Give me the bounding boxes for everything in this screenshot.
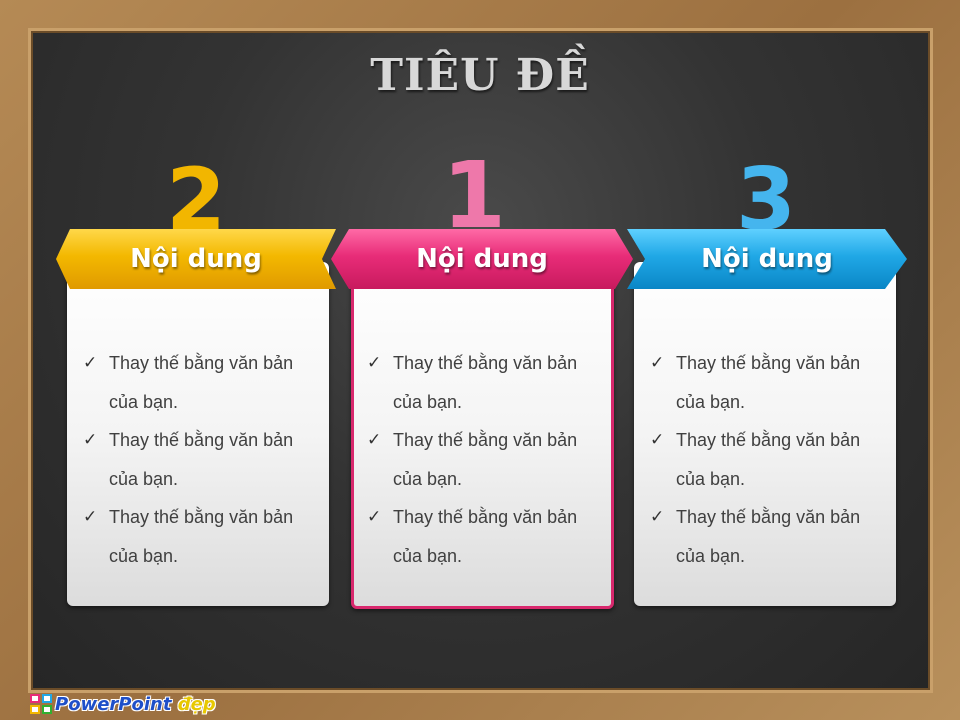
heading-ribbon-middle[interactable]: Nội dung: [331, 229, 633, 289]
content-card-right[interactable]: ✓ Thay thế bằng văn bản của bạn. ✓ Thay th…: [634, 262, 896, 606]
list-item-text: Thay thế bằng văn bản của bạn.: [109, 353, 294, 412]
list-item-text: Thay thế bằng văn bản của bạn.: [676, 507, 861, 566]
logo-text-main: PowerPoint: [55, 693, 172, 715]
list-item[interactable]: ✓ Thay thế bằng văn bản của bạn.: [650, 344, 890, 421]
checkmark-icon: ✓: [650, 430, 665, 449]
brand-logo: PowerPoint đẹp: [30, 692, 216, 716]
list-item[interactable]: ✓ Thay thế bằng văn bản của bạn.: [650, 498, 890, 575]
ribbon-heading: Nội dung: [416, 244, 548, 274]
heading-ribbon-left[interactable]: Nội dung: [56, 229, 336, 289]
list-item-text: Thay thế bằng văn bản của bạn.: [676, 430, 861, 489]
list-item[interactable]: ✓ Thay thế bằng văn bản của bạn.: [650, 421, 890, 498]
list-item[interactable]: ✓ Thay thế bằng văn bản của bạn.: [83, 344, 323, 421]
list-item[interactable]: ✓ Thay thế bằng văn bản của bạn.: [367, 421, 607, 498]
checkmark-icon: ✓: [83, 353, 98, 372]
list-item-text: Thay thế bằng văn bản của bạn.: [393, 507, 578, 566]
list-item[interactable]: ✓ Thay thế bằng văn bản của bạn.: [83, 421, 323, 498]
logo-text-accent: đẹp: [177, 693, 216, 715]
content-card-left[interactable]: ✓ Thay thế bằng văn bản của bạn. ✓ Thay th…: [67, 262, 329, 606]
list-item-text: Thay thế bằng văn bản của bạn.: [393, 353, 578, 412]
ribbon-heading: Nội dung: [130, 244, 262, 274]
content-card-middle[interactable]: ✓ Thay thế bằng văn bản của bạn. ✓ Thay th…: [351, 262, 614, 609]
ribbon-heading: Nội dung: [701, 244, 833, 274]
list-item[interactable]: ✓ Thay thế bằng văn bản của bạn.: [367, 498, 607, 575]
list-item-text: Thay thế bằng văn bản của bạn.: [676, 353, 861, 412]
checkmark-icon: ✓: [83, 507, 98, 526]
checkmark-icon: ✓: [650, 353, 665, 372]
bullet-list: ✓ Thay thế bằng văn bản của bạn. ✓ Thay th…: [650, 344, 890, 575]
checkmark-icon: ✓: [367, 507, 382, 526]
list-item-text: Thay thế bằng văn bản của bạn.: [109, 507, 294, 566]
bullet-list: ✓ Thay thế bằng văn bản của bạn. ✓ Thay th…: [367, 344, 607, 575]
logo-text: PowerPoint đẹp: [55, 694, 216, 715]
slide-title[interactable]: TIÊU ĐỀ: [0, 50, 960, 101]
list-item[interactable]: ✓ Thay thế bằng văn bản của bạn.: [83, 498, 323, 575]
list-item-text: Thay thế bằng văn bản của bạn.: [109, 430, 294, 489]
checkmark-icon: ✓: [367, 353, 382, 372]
powerpoint-logo-icon: [30, 694, 52, 714]
list-item-text: Thay thế bằng văn bản của bạn.: [393, 430, 578, 489]
checkmark-icon: ✓: [83, 430, 98, 449]
heading-ribbon-right[interactable]: Nội dung: [627, 229, 907, 289]
bullet-list: ✓ Thay thế bằng văn bản của bạn. ✓ Thay th…: [83, 344, 323, 575]
checkmark-icon: ✓: [367, 430, 382, 449]
checkmark-icon: ✓: [650, 507, 665, 526]
list-item[interactable]: ✓ Thay thế bằng văn bản của bạn.: [367, 344, 607, 421]
